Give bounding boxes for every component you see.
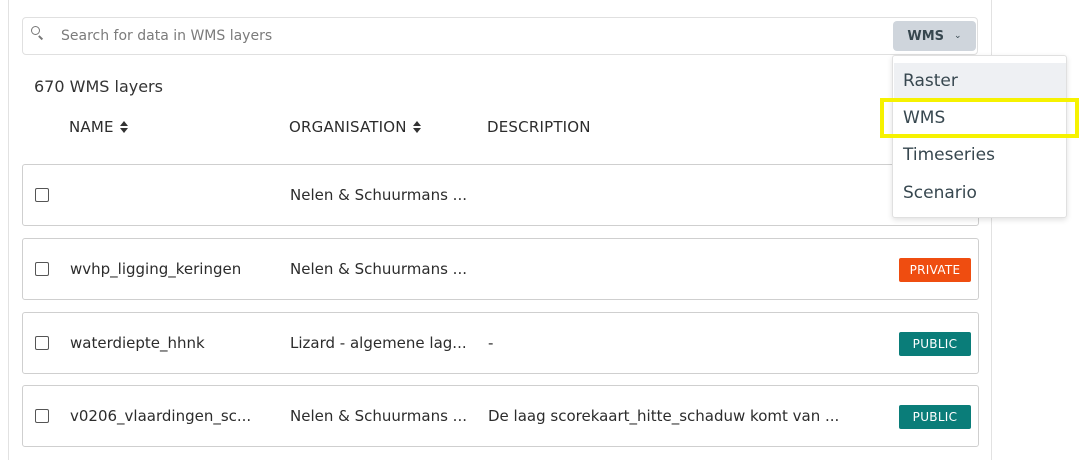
column-header-organisation-label: ORGANISATION (289, 118, 407, 136)
row-name: wvhp_ligging_keringen (70, 260, 242, 278)
row-organisation: Nelen & Schuurmans ... (290, 407, 467, 425)
row-organisation: Lizard - algemene lag... (290, 334, 467, 352)
table-row[interactable]: wvhp_ligging_keringen Nelen & Schuurmans… (22, 238, 979, 300)
status-badge: PUBLIC (899, 405, 971, 429)
status-badge: PUBLIC (899, 332, 971, 356)
column-header-description-label: DESCRIPTION (487, 118, 591, 136)
row-organisation: Nelen & Schuurmans ... (290, 260, 467, 278)
search-input[interactable] (61, 22, 881, 50)
column-header-name[interactable]: NAME (69, 118, 129, 136)
dropdown-option-scenario[interactable]: Scenario (894, 175, 1066, 211)
layer-type-dropdown: Raster WMS Timeseries Scenario (892, 55, 1067, 218)
row-name: waterdiepte_hhnk (70, 334, 205, 352)
column-header-organisation[interactable]: ORGANISATION (289, 118, 422, 136)
sort-icon[interactable] (412, 121, 422, 133)
row-checkbox[interactable] (35, 409, 49, 423)
chevron-down-icon: ⌄ (954, 31, 962, 41)
layer-type-label: WMS (907, 28, 945, 44)
row-description: De laag scorekaart_hitte_schaduw komt va… (488, 407, 840, 425)
table-row[interactable]: waterdiepte_hhnk Lizard - algemene lag..… (22, 312, 979, 374)
dropdown-option-wms[interactable]: WMS (894, 100, 1066, 136)
row-organisation: Nelen & Schuurmans ... (290, 186, 467, 204)
column-header-description: DESCRIPTION (487, 118, 591, 136)
sort-icon[interactable] (119, 121, 129, 133)
row-checkbox[interactable] (35, 336, 49, 350)
layer-type-select[interactable]: WMS ⌄ (893, 21, 976, 51)
table-row[interactable]: Nelen & Schuurmans ... (22, 164, 979, 226)
search-icon (31, 26, 45, 40)
dropdown-option-raster[interactable]: Raster (894, 63, 1066, 99)
row-checkbox[interactable] (35, 188, 49, 202)
row-description: - (488, 334, 494, 352)
table-row[interactable]: v0206_vlaardingen_sc... Nelen & Schuurma… (22, 385, 979, 447)
row-checkbox[interactable] (35, 262, 49, 276)
search-bar: WMS ⌄ (22, 17, 978, 55)
dropdown-option-timeseries[interactable]: Timeseries (894, 137, 1066, 173)
column-header-name-label: NAME (69, 118, 114, 136)
status-badge: PRIVATE (899, 258, 971, 282)
result-count: 670 WMS layers (34, 77, 163, 96)
row-name: v0206_vlaardingen_sc... (70, 407, 252, 425)
